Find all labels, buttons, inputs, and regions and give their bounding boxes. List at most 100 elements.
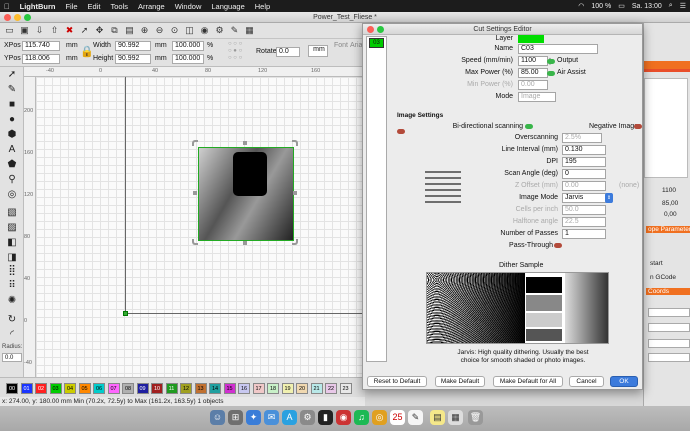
pass-through-toggle[interactable] bbox=[554, 243, 562, 248]
handle-bottom-left[interactable] bbox=[192, 239, 198, 245]
layer-color-swatch[interactable] bbox=[518, 35, 544, 43]
gcode-label[interactable]: n GCode bbox=[650, 274, 676, 281]
palette-swatch-07[interactable]: 07 bbox=[107, 383, 120, 394]
menu-help[interactable]: Help bbox=[255, 2, 270, 11]
palette-swatch-18[interactable]: 18 bbox=[267, 383, 279, 394]
zoom-out-icon[interactable]: ⊖ bbox=[154, 25, 165, 36]
dpi-field[interactable]: 195 bbox=[562, 157, 606, 167]
frame-icon[interactable]: ◫ bbox=[184, 25, 195, 36]
safari-dock-icon[interactable]: ✦ bbox=[246, 410, 261, 425]
chrome-dock-icon[interactable]: ◎ bbox=[372, 410, 387, 425]
layer-item[interactable]: 03 bbox=[369, 38, 384, 48]
textedit-dock-icon[interactable]: ✎ bbox=[408, 410, 423, 425]
palette-swatch-01[interactable]: 01 bbox=[20, 383, 33, 394]
app-menu[interactable]: LightBurn bbox=[20, 2, 56, 11]
palette-swatch-06[interactable]: 06 bbox=[93, 383, 105, 394]
passes-field[interactable]: 1 bbox=[562, 229, 606, 239]
width-percent-field[interactable]: 100.000 bbox=[172, 41, 204, 51]
settings-icon[interactable]: ⚙ bbox=[214, 25, 225, 36]
downloads-dock-icon[interactable]: ▦ bbox=[448, 410, 463, 425]
output-toggle[interactable] bbox=[547, 59, 555, 64]
palette-swatch-04[interactable]: 04 bbox=[64, 383, 76, 394]
position-laser-icon[interactable]: ⚲ bbox=[6, 174, 18, 186]
ok-button[interactable]: OK bbox=[610, 376, 638, 387]
ope-parameters-tab[interactable]: ope Parameters bbox=[646, 226, 690, 233]
palette-swatch-10[interactable]: 10 bbox=[151, 383, 163, 394]
name-field[interactable]: C03 bbox=[518, 44, 598, 54]
right-field-3[interactable] bbox=[648, 339, 690, 348]
trace-icon[interactable]: ✎ bbox=[229, 25, 240, 36]
preview-icon[interactable]: ▦ bbox=[244, 25, 255, 36]
lock-icon[interactable]: 🔒 bbox=[80, 45, 94, 58]
menu-tools[interactable]: Tools bbox=[110, 2, 128, 11]
text-tool-icon[interactable]: A bbox=[6, 144, 18, 156]
design-canvas[interactable] bbox=[36, 77, 365, 377]
copy-icon[interactable]: ⧉ bbox=[109, 25, 120, 36]
handle-top-right[interactable] bbox=[292, 140, 298, 146]
palette-swatch-14[interactable]: 14 bbox=[209, 383, 221, 394]
minimize-window-button[interactable] bbox=[14, 14, 21, 21]
palette-swatch-22[interactable]: 22 bbox=[325, 383, 337, 394]
notes-dock-icon[interactable]: ▤ bbox=[430, 410, 445, 425]
select-tool-icon[interactable]: ➚ bbox=[6, 69, 18, 81]
palette-swatch-20[interactable]: 20 bbox=[296, 383, 308, 394]
close-window-button[interactable] bbox=[4, 14, 11, 21]
apple-icon[interactable]:  bbox=[4, 2, 10, 11]
select-icon[interactable]: ➚ bbox=[79, 25, 90, 36]
radius-field[interactable]: 0.0 bbox=[2, 353, 22, 362]
appstore-dock-icon[interactable]: A bbox=[282, 410, 297, 425]
polygon-tool-icon[interactable]: ⬢ bbox=[6, 129, 18, 141]
negative-image-toggle[interactable] bbox=[634, 124, 642, 129]
calendar-dock-icon[interactable]: 25 bbox=[390, 410, 405, 425]
camera-icon[interactable]: ◉ bbox=[199, 25, 210, 36]
make-default-button[interactable]: Make Default bbox=[435, 376, 485, 387]
cells-per-inch-field[interactable]: 50.0 bbox=[562, 205, 606, 215]
handle-bottom-right[interactable] bbox=[292, 239, 298, 245]
list-icon[interactable]: ☰ bbox=[680, 2, 686, 10]
search-icon[interactable]: ⌕ bbox=[669, 2, 673, 10]
cuts-list[interactable] bbox=[644, 78, 688, 178]
coords-tab[interactable]: Coords bbox=[646, 288, 690, 295]
halftone-angle-field[interactable]: 22.5 bbox=[562, 217, 606, 227]
ypos-field[interactable]: 118.006 bbox=[22, 54, 60, 64]
anchor-grid[interactable]: ○ ○ ○ ○ ● ○ ○ ○ ○ bbox=[228, 41, 248, 63]
terminal-dock-icon[interactable]: ▮ bbox=[318, 410, 333, 425]
line-interval-field[interactable]: 0.130 bbox=[562, 145, 606, 155]
mode-select[interactable]: Image bbox=[518, 92, 556, 102]
offset-icon[interactable]: ◎ bbox=[6, 189, 18, 201]
reset-to-default-button[interactable]: Reset to Default bbox=[367, 376, 427, 387]
handle-bottom[interactable] bbox=[243, 241, 247, 245]
palette-swatch-13[interactable]: 13 bbox=[194, 383, 207, 394]
dialog-zoom-button[interactable] bbox=[377, 26, 384, 33]
palette-swatch-02[interactable]: 02 bbox=[35, 383, 47, 394]
xpos-field[interactable]: 115.740 bbox=[22, 41, 60, 51]
make-default-for-all-button[interactable]: Make Default for All bbox=[493, 376, 563, 387]
right-field-2[interactable] bbox=[648, 323, 690, 332]
palette-swatch-00[interactable]: 00 bbox=[6, 383, 18, 394]
group-icon[interactable]: ▧ bbox=[6, 207, 18, 219]
ungroup-icon[interactable]: ▨ bbox=[6, 222, 18, 234]
array-icon[interactable]: ⣿ bbox=[6, 265, 18, 277]
lightburn-dock-icon[interactable]: ◉ bbox=[336, 410, 351, 425]
circular-array-icon[interactable]: ✺ bbox=[6, 295, 18, 307]
wifi-icon[interactable]: ◠ bbox=[578, 2, 584, 10]
edit-nodes-icon[interactable]: ⬟ bbox=[6, 159, 18, 171]
grid-array-icon[interactable]: ⠿ bbox=[6, 280, 18, 292]
rotate-tool-icon[interactable]: ↻ bbox=[6, 314, 18, 326]
palette-swatch-05[interactable]: 05 bbox=[78, 383, 91, 394]
launchpad-dock-icon[interactable]: ⊞ bbox=[228, 410, 243, 425]
selected-image[interactable] bbox=[198, 147, 294, 241]
palette-swatch-23[interactable]: 23 bbox=[339, 383, 352, 394]
palette-swatch-12[interactable]: 12 bbox=[180, 383, 192, 394]
handle-top[interactable] bbox=[243, 141, 247, 145]
import-icon[interactable]: ⇩ bbox=[34, 25, 45, 36]
rotate-field[interactable]: 0.0 bbox=[276, 47, 300, 57]
open-folder-icon[interactable]: ▭ bbox=[4, 25, 15, 36]
trash-dock-icon[interactable]: 🗑 bbox=[468, 410, 483, 425]
menu-window[interactable]: Window bbox=[175, 2, 202, 11]
finder-dock-icon[interactable]: ☺ bbox=[210, 410, 225, 425]
battery-label[interactable]: 100 % bbox=[591, 3, 611, 10]
bidirectional-toggle[interactable] bbox=[525, 124, 533, 129]
width-field[interactable]: 90.992 bbox=[115, 41, 151, 51]
palette-swatch-15[interactable]: 15 bbox=[223, 383, 236, 394]
